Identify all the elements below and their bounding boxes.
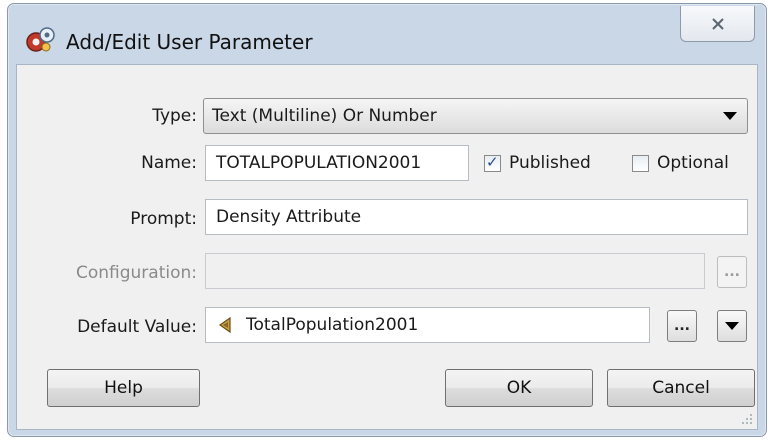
- name-label: Name:: [141, 153, 197, 173]
- name-field-value: TOTALPOPULATION2001: [216, 153, 422, 173]
- published-checkbox[interactable]: Published: [484, 153, 591, 173]
- dialog-body: Type: Text (Multiline) Or Number Name: T…: [16, 64, 758, 430]
- default-value-label: Default Value:: [77, 317, 197, 337]
- cancel-button-label: Cancel: [652, 378, 710, 398]
- chevron-down-icon: [725, 322, 739, 330]
- dialog-title: Add/Edit User Parameter: [66, 30, 313, 54]
- cancel-button[interactable]: Cancel: [607, 369, 755, 407]
- published-check-icon: [484, 153, 501, 172]
- configuration-label: Configuration:: [75, 263, 197, 283]
- optional-check-icon: [632, 154, 649, 172]
- default-value-field[interactable]: TotalPopulation2001: [205, 307, 650, 343]
- type-select-value: Text (Multiline) Or Number: [212, 106, 437, 126]
- chevron-down-icon: [723, 112, 737, 120]
- configuration-browse-button: ...: [717, 256, 747, 288]
- configuration-browse-label: ...: [724, 264, 740, 280]
- help-button-label: Help: [104, 378, 143, 398]
- attribute-value-icon: [218, 317, 231, 333]
- type-select[interactable]: Text (Multiline) Or Number: [203, 98, 748, 134]
- prompt-field[interactable]: Density Attribute: [205, 199, 748, 235]
- default-value-browse-label: ...: [674, 318, 690, 334]
- help-button[interactable]: Help: [47, 369, 200, 407]
- app-gears-icon: [26, 27, 55, 52]
- dialog-window: Add/Edit User Parameter Type: Text (Mult…: [7, 3, 767, 437]
- default-value-dropdown-button[interactable]: [717, 310, 747, 342]
- ok-button-label: OK: [506, 378, 532, 398]
- optional-label: Optional: [657, 153, 729, 173]
- prompt-label: Prompt:: [130, 209, 197, 229]
- configuration-field: [205, 253, 705, 289]
- published-label: Published: [509, 153, 591, 173]
- type-label: Type:: [152, 106, 197, 126]
- name-field[interactable]: TOTALPOPULATION2001: [205, 145, 469, 181]
- prompt-field-value: Density Attribute: [216, 207, 362, 227]
- optional-checkbox[interactable]: Optional: [632, 153, 729, 173]
- default-value-text: TotalPopulation2001: [246, 315, 419, 335]
- default-value-browse-button[interactable]: ...: [667, 310, 697, 342]
- close-icon: [711, 17, 724, 30]
- close-button[interactable]: [680, 6, 755, 42]
- resize-grip-icon[interactable]: [741, 413, 753, 425]
- ok-button[interactable]: OK: [445, 369, 593, 407]
